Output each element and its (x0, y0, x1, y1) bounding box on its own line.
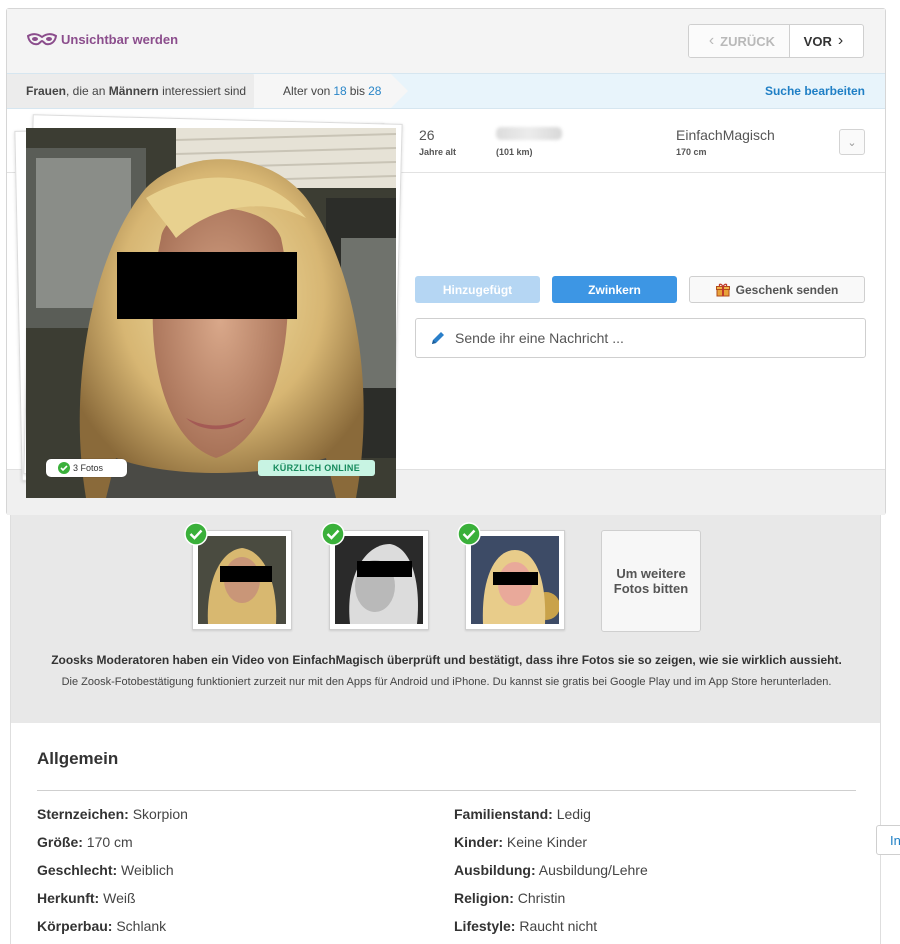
detail-value: Schlank (116, 918, 167, 934)
detail-value: Weiß (103, 890, 136, 906)
filter-age-mid: bis (349, 84, 366, 98)
main-profile-photo[interactable]: 3 Fotos KÜRZLICH ONLINE (26, 128, 396, 498)
photo-thumb-2[interactable] (321, 522, 429, 630)
message-placeholder: Sende ihr eine Nachricht ... (455, 330, 624, 346)
distance-label: (101 km) (496, 147, 533, 157)
detail-key: Kinder: (454, 834, 503, 850)
next-button[interactable]: VOR › (790, 25, 863, 57)
filter-gender-suffix: interessiert sind (158, 84, 247, 98)
detail-value: Christin (517, 890, 566, 906)
detail-key: Körperbau: (37, 918, 113, 934)
gift-icon (715, 283, 730, 296)
detail-row: Ausbildung: Ausbildung/Lehre (454, 862, 648, 878)
details-section: Allgemein Sternzeichen: Skorpion Größe: … (10, 723, 881, 944)
verification-statement: Zoosks Moderatoren haben ein Video von E… (51, 653, 842, 667)
photo-thumb-image (335, 536, 423, 624)
detail-value: Raucht nicht (519, 918, 598, 934)
detail-key: Herkunft: (37, 890, 100, 906)
detail-row: Herkunft: Weiß (37, 890, 136, 906)
detail-key: Sternzeichen: (37, 806, 129, 822)
username-stat: EinfachMagisch 170 cm (676, 127, 775, 157)
send-gift-button[interactable]: Geschenk senden (689, 276, 865, 303)
request-more-photos-button[interactable]: Um weitere Fotos bitten (601, 530, 701, 632)
detail-key: Religion: (454, 890, 514, 906)
side-tab-button[interactable]: In (876, 825, 900, 855)
detail-key: Geschlecht: (37, 862, 118, 878)
age-label: Jahre alt (419, 147, 457, 157)
detail-key: Familienstand: (454, 806, 553, 822)
go-invisible-link[interactable]: Unsichtbar werden (27, 32, 178, 47)
verified-check-icon (457, 522, 481, 546)
recently-online-badge: KÜRZLICH ONLINE (258, 460, 375, 476)
main-photo-stack: 3 Fotos KÜRZLICH ONLINE (14, 114, 403, 507)
verified-check-icon (58, 462, 70, 474)
chevron-left-icon: ‹ (708, 32, 715, 49)
filter-gender-men: Männern (108, 84, 159, 98)
photo-thumb-3[interactable] (457, 522, 565, 630)
detail-row: Religion: Christin (454, 890, 565, 906)
detail-row: Lifestyle: Raucht nicht (454, 918, 597, 934)
filter-gender-women: Frauen (26, 84, 67, 98)
wink-button[interactable]: Zwinkern (552, 276, 677, 303)
photo-thumb-1[interactable] (184, 522, 292, 630)
verified-check-icon (184, 522, 208, 546)
search-filter-bar: Frauen, die an Männern interessiert sind… (7, 73, 885, 109)
back-button[interactable]: ‹ ZURÜCK (689, 25, 790, 57)
verified-check-icon (321, 522, 345, 546)
details-heading: Allgemein (37, 749, 119, 768)
height-label: 170 cm (676, 147, 707, 157)
age-value: 26 (419, 127, 435, 143)
chevron-right-icon: › (837, 32, 844, 49)
message-input[interactable]: Sende ihr eine Nachricht ... (415, 318, 866, 358)
detail-row: Familienstand: Ledig (454, 806, 591, 822)
filter-age-to: 28 (368, 84, 382, 98)
detail-row: Geschlecht: Weiblich (37, 862, 174, 878)
profile-photo-image (26, 128, 396, 498)
detail-row: Sternzeichen: Skorpion (37, 806, 188, 822)
photo-count-label: 3 Fotos (73, 463, 104, 473)
detail-value: Weiblich (121, 862, 174, 878)
profile-nav: ‹ ZURÜCK VOR › (688, 24, 864, 58)
filter-age-prefix: Alter von (283, 84, 331, 98)
detail-value: Ausbildung/Lehre (538, 862, 648, 878)
detail-key: Größe: (37, 834, 83, 850)
blurred-location (496, 127, 562, 140)
photo-verification-section: Um weitere Fotos bitten Zoosks Moderator… (10, 515, 881, 723)
verification-note: Die Zoosk-Fotobestätigung funktioniert z… (61, 676, 832, 688)
detail-value: Keine Kinder (506, 834, 588, 850)
added-button[interactable]: Hinzugefügt (415, 276, 540, 303)
back-label: ZURÜCK (720, 33, 776, 49)
filter-age-crumb[interactable]: Alter von 18 bis 28 (254, 74, 408, 108)
photo-thumb-image (198, 536, 286, 624)
filter-gender-crumb[interactable]: Frauen, die an Männern interessiert sind (7, 74, 270, 108)
location-stat: (101 km) (496, 127, 562, 157)
filter-age-from: 18 (333, 84, 347, 98)
details-divider (37, 790, 856, 791)
filter-gender-mid: , die an (66, 84, 109, 98)
next-label: VOR (803, 33, 832, 49)
photo-count-badge[interactable]: 3 Fotos (46, 459, 127, 477)
edit-search-link[interactable]: Suche bearbeiten (765, 84, 865, 98)
detail-row: Kinder: Keine Kinder (454, 834, 587, 850)
detail-value: Ledig (556, 806, 591, 822)
detail-row: Körperbau: Schlank (37, 918, 166, 934)
chevron-down-icon: ⌄ (847, 136, 857, 149)
detail-value: 170 cm (86, 834, 133, 850)
pencil-icon (432, 332, 444, 344)
detail-key: Ausbildung: (454, 862, 536, 878)
more-options-button[interactable]: ⌄ (839, 129, 865, 155)
profile-topbar: Unsichtbar werden ‹ ZURÜCK VOR › (7, 9, 885, 73)
detail-row: Größe: 170 cm (37, 834, 133, 850)
age-stat: 26 Jahre alt (419, 127, 456, 157)
username: EinfachMagisch (676, 127, 775, 143)
detail-value: Skorpion (132, 806, 188, 822)
go-invisible-label: Unsichtbar werden (61, 32, 179, 47)
mask-icon (27, 32, 57, 45)
photo-thumb-image (471, 536, 559, 624)
send-gift-label: Geschenk senden (735, 282, 839, 297)
detail-key: Lifestyle: (454, 918, 516, 934)
